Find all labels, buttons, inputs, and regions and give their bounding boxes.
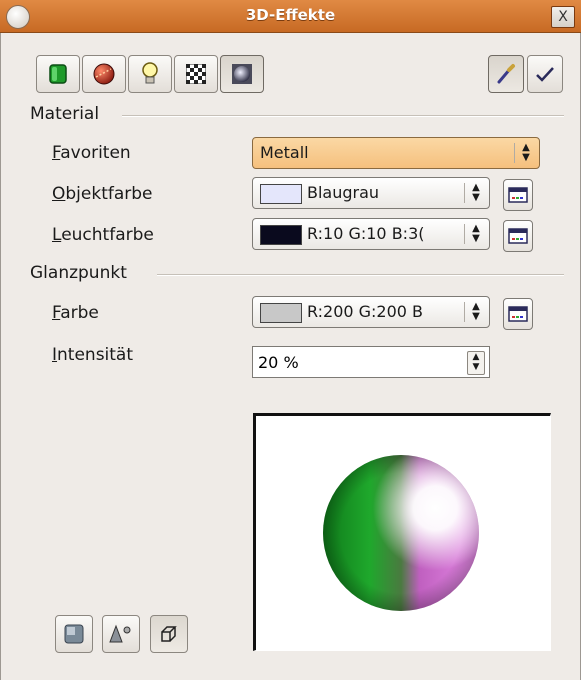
illumination-color-value: R:10 G:10 B:3( <box>307 224 425 243</box>
combo-arrows-icon: ▲ ▼ <box>464 302 483 322</box>
illumination-button[interactable] <box>128 55 172 93</box>
green-cube-icon <box>49 64 67 84</box>
convert-to-rotation-object-button[interactable] <box>102 615 140 653</box>
combo-arrows-icon: ▲ ▼ <box>514 143 533 163</box>
object-color-label: Objektfarbe <box>52 184 153 204</box>
assign-button[interactable] <box>488 55 524 93</box>
shading-button[interactable] <box>82 55 126 93</box>
illumination-color-swatch <box>260 225 302 245</box>
preview-sphere <box>323 455 479 611</box>
illumination-color-picker-button[interactable] <box>503 220 533 252</box>
pipette-icon <box>497 64 515 84</box>
geometry-button[interactable] <box>36 55 80 93</box>
material-preview <box>253 413 551 651</box>
color-dialog-icon <box>508 228 528 244</box>
specular-color-swatch <box>260 303 302 323</box>
favorites-label: Favoriten <box>52 143 131 163</box>
spin-arrows-icon[interactable]: ▲ ▼ <box>467 351 485 375</box>
specular-color-label: Farbe <box>52 303 99 323</box>
combo-arrows-icon: ▲ ▼ <box>464 224 483 244</box>
object-color-value: Blaugrau <box>307 183 380 202</box>
title-bar: 3D-Effekte X <box>0 0 581 33</box>
window-title: 3D-Effekte <box>245 6 336 24</box>
color-dialog-icon <box>508 187 528 203</box>
convert-to-3d-button[interactable] <box>55 615 93 653</box>
close-button[interactable]: X <box>551 6 575 28</box>
color-dialog-icon <box>508 306 528 322</box>
material-button[interactable] <box>220 55 264 93</box>
specular-section-title: Glanzpunkt <box>30 263 127 283</box>
specular-color-picker-button[interactable] <box>503 298 533 330</box>
intensity-input[interactable] <box>256 352 460 373</box>
red-sphere-icon <box>93 63 115 85</box>
favorites-select[interactable]: Metall ▲ ▼ <box>252 137 540 169</box>
convert-3d-icon <box>64 624 84 644</box>
intensity-label: Intensität <box>52 345 134 365</box>
specular-divider <box>157 274 564 276</box>
illumination-color-label: Leuchtfarbe <box>52 225 154 245</box>
object-color-picker-button[interactable] <box>503 179 533 211</box>
object-color-swatch <box>260 184 302 204</box>
perspective-toggle-button[interactable] <box>150 615 188 653</box>
illumination-color-select[interactable]: R:10 G:10 B:3( ▲ ▼ <box>252 218 490 250</box>
material-sphere-icon <box>232 64 252 84</box>
intensity-spinfield[interactable]: ▲▼ <box>252 346 490 378</box>
specular-color-select[interactable]: R:200 G:200 B ▲ ▼ <box>252 296 490 328</box>
light-bulb-icon <box>142 62 158 84</box>
textures-button[interactable] <box>174 55 218 93</box>
apply-button[interactable] <box>527 55 563 93</box>
checkerboard-icon <box>186 64 206 84</box>
favorites-value: Metall <box>260 143 309 162</box>
rotation-object-icon <box>109 624 131 643</box>
checkmark-icon <box>536 67 554 82</box>
material-section-title: Material <box>30 104 100 124</box>
specular-color-value: R:200 G:200 B <box>307 302 424 321</box>
material-divider <box>122 115 564 117</box>
object-color-select[interactable]: Blaugrau ▲ ▼ <box>252 177 490 209</box>
perspective-icon <box>161 626 177 642</box>
combo-arrows-icon: ▲ ▼ <box>464 183 483 203</box>
